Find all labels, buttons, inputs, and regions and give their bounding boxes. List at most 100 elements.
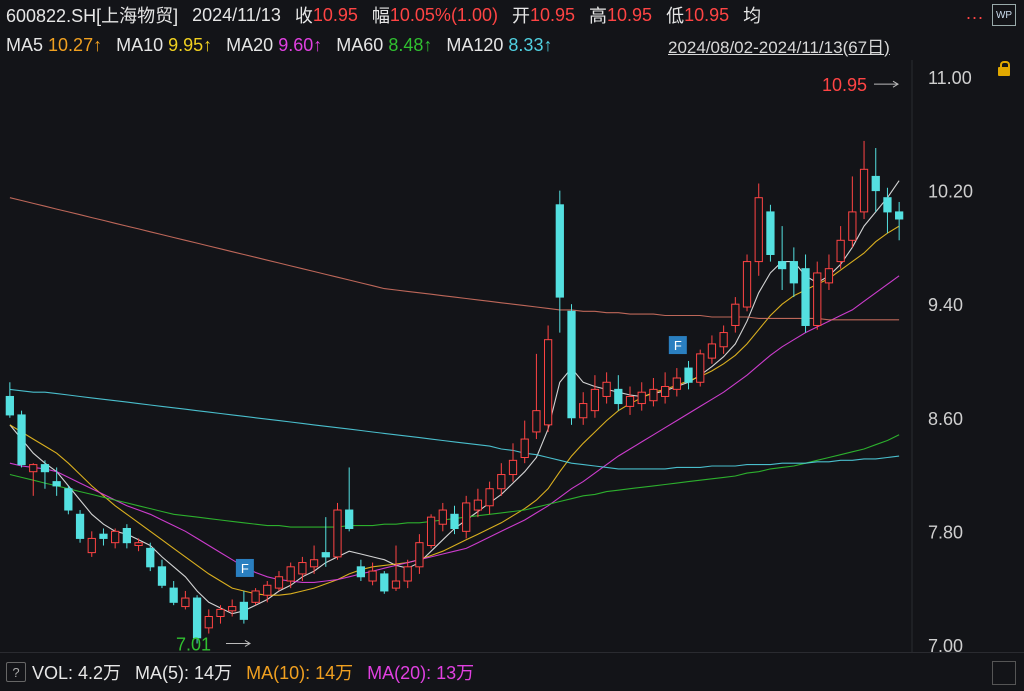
- y-tick-label: 9.40: [928, 295, 963, 315]
- candle-body: [590, 388, 600, 412]
- candle-body: [122, 527, 131, 544]
- candle-body: [696, 353, 705, 383]
- candle-body: [497, 474, 506, 490]
- candle-body: [485, 488, 494, 507]
- close-label: 收: [294, 6, 313, 26]
- candle-body: [848, 211, 857, 241]
- candle-body: [17, 414, 26, 466]
- candle-body: [403, 566, 412, 582]
- candle-body: [415, 542, 424, 568]
- candle-body: [321, 552, 330, 558]
- candle-body: [789, 261, 798, 284]
- y-tick-label: 7.80: [928, 522, 963, 542]
- candle-body: [450, 513, 459, 529]
- min-price-marker: 7.01: [176, 634, 211, 652]
- candle-body: [146, 547, 155, 568]
- ma20-value: 9.60↑: [278, 34, 323, 55]
- ma10-label: MA10: [116, 34, 164, 55]
- candle-body: [75, 513, 85, 539]
- help-icon[interactable]: ?: [6, 662, 26, 682]
- candle-body: [391, 580, 401, 589]
- candle-body: [614, 388, 623, 405]
- candle-body: [438, 509, 447, 525]
- candle-body: [859, 168, 869, 213]
- candle-body: [64, 488, 73, 511]
- vol-ma10: MA(10): 14万: [246, 663, 354, 683]
- candle-body: [824, 268, 834, 284]
- candle-body: [778, 261, 787, 270]
- candle-body: [228, 606, 237, 612]
- candle-body: [204, 616, 213, 629]
- candle-body: [134, 542, 143, 547]
- candle-body: [368, 570, 377, 582]
- candle-body: [5, 395, 14, 416]
- candle-body: [157, 566, 167, 586]
- candle-body: [801, 268, 810, 326]
- more-icon[interactable]: ...: [966, 3, 984, 24]
- candle-body: [719, 332, 728, 348]
- candle-body: [192, 597, 202, 639]
- flag-label: F: [674, 338, 682, 353]
- candle-body: [111, 530, 120, 544]
- ma20-label: MA20: [226, 34, 274, 55]
- candle-body: [567, 310, 576, 419]
- candle-body: [333, 509, 342, 558]
- candle-body: [532, 410, 541, 433]
- close-icon[interactable]: [992, 661, 1016, 685]
- flag-label: F: [241, 561, 249, 576]
- candle-body: [309, 559, 319, 568]
- candle-body: [895, 211, 904, 220]
- ma-line-ma5: [9, 180, 900, 615]
- ma10-value: 9.95↑: [168, 34, 213, 55]
- quote-header: 600822.SH[上海物贸] 2024/11/13 收 10.95 幅 10.…: [0, 0, 1024, 30]
- date-range[interactable]: 2024/08/02-2024/11/13(67日): [668, 33, 890, 58]
- avg-label: 均: [743, 6, 762, 26]
- candle-body: [742, 261, 752, 308]
- candle-body: [87, 537, 96, 554]
- candle-body: [813, 272, 822, 326]
- change-label: 幅: [371, 6, 390, 26]
- open-value: 10.95: [529, 4, 576, 25]
- candle-body: [239, 601, 249, 620]
- open-label: 开: [511, 6, 530, 26]
- candle-body: [508, 459, 518, 476]
- candle-body: [216, 608, 225, 618]
- y-tick-label: 7.00: [928, 636, 963, 652]
- candle-body: [274, 576, 284, 589]
- volume-legend: ? VOL: 4.2万 MA(5): 14万 MA(10): 14万 MA(20…: [0, 652, 1024, 691]
- y-tick-label: 8.60: [928, 409, 963, 429]
- candle-body: [286, 566, 295, 582]
- candle-body: [660, 386, 670, 397]
- ma-line-ma120: [9, 388, 900, 470]
- ma120-label: MA120: [446, 34, 504, 55]
- candlestick-chart[interactable]: 7.00 7.80 8.60 9.40 10.20 11.00 F F 10.95 7.01: [0, 60, 1024, 652]
- ma60-label: MA60: [336, 34, 384, 55]
- candle-body: [251, 590, 260, 603]
- candle-body: [520, 438, 529, 459]
- candle-body: [602, 381, 611, 397]
- change-value: 10.05%(1.00): [389, 4, 498, 25]
- candle-body: [684, 367, 693, 383]
- candle-body: [356, 566, 366, 578]
- low-label: 低: [666, 6, 685, 26]
- candle-body: [298, 562, 307, 575]
- candle-body: [637, 391, 646, 405]
- quote-date: 2024/11/13: [192, 4, 281, 25]
- candle-body: [29, 464, 38, 473]
- candle-body: [52, 481, 61, 487]
- vol-ma20: MA(20): 13万: [367, 663, 475, 683]
- ma5-label: MA5: [6, 34, 44, 55]
- candle-body: [40, 464, 50, 473]
- high-label: 高: [589, 6, 608, 26]
- candle-body: [555, 204, 564, 298]
- vol-ma5: MA(5): 14万: [135, 663, 233, 683]
- wp-icon[interactable]: WP: [992, 4, 1016, 26]
- ma-line-ma250: [9, 197, 900, 321]
- candle-body: [473, 499, 483, 511]
- candle-body: [543, 339, 553, 426]
- symbol-name[interactable]: 600822.SH[上海物贸]: [6, 2, 178, 28]
- candle-body: [883, 197, 892, 213]
- ma60-value: 8.48↑: [388, 34, 433, 55]
- low-value: 10.95: [684, 4, 730, 25]
- high-value: 10.95: [607, 4, 653, 25]
